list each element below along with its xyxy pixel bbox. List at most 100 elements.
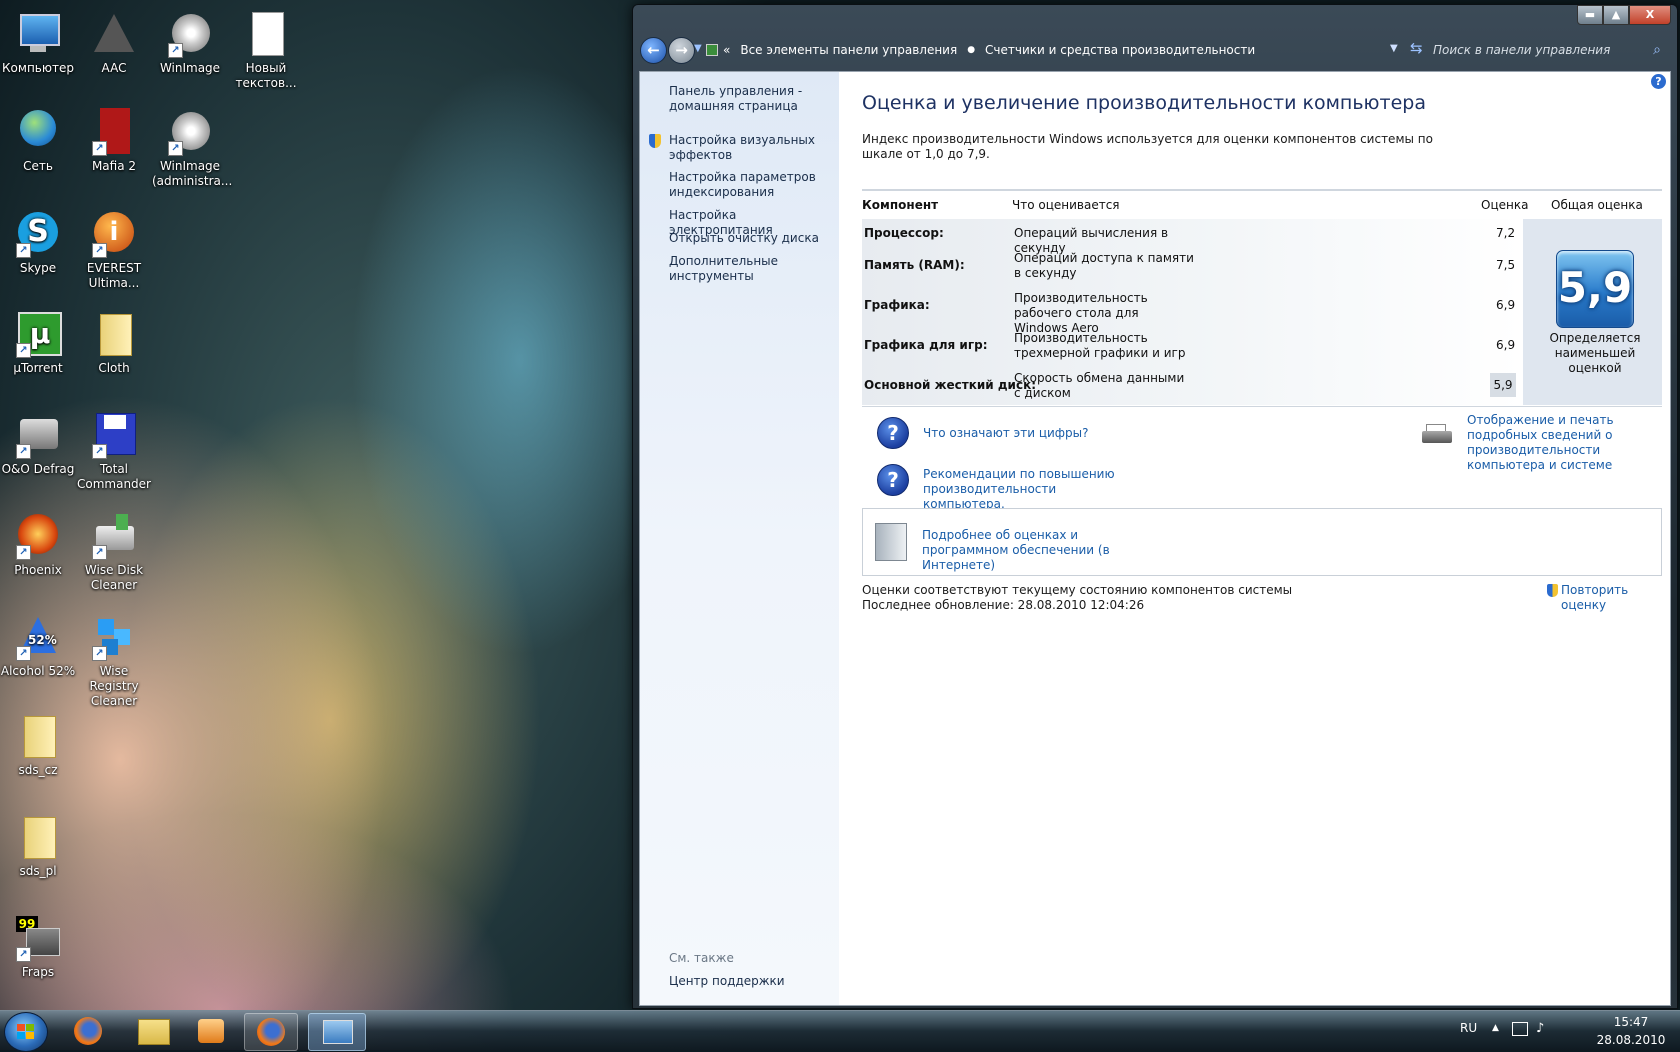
desktop-icon-utorrent[interactable]: µ ↗ µTorrent — [0, 310, 76, 376]
breadcrumb-item-all-items[interactable]: Все элементы панели управления — [740, 38, 957, 62]
desktop-icon-aac[interactable]: AAC — [76, 10, 152, 76]
desktop-icon-skype[interactable]: S ↗ Skype — [0, 210, 76, 276]
desktop-icon-wise-registry-cleaner[interactable]: ↗ Wise Registry Cleaner — [76, 613, 152, 709]
desktop-icon-label: Wise Disk Cleaner — [84, 563, 144, 592]
desktop-icon-new-text[interactable]: Новый текстов... — [228, 10, 304, 91]
sidebar-link-visual-effects[interactable]: Настройка визуальных эффектов — [669, 133, 829, 163]
sidebar-link-home[interactable]: Панель управления - домашняя страница — [669, 84, 829, 114]
desktop-icon-label: Mafia 2 — [91, 159, 137, 173]
back-arrow-icon: ← — [647, 41, 660, 59]
control-panel-window[interactable]: ▬ ▲ X ← → ▼ « Все элементы панели управл… — [632, 4, 1678, 1009]
link-online-info[interactable]: Подробнее об оценках и программном обесп… — [922, 528, 1152, 573]
taskbar-firefox-active[interactable] — [244, 1013, 298, 1051]
desktop-icon-alcohol[interactable]: 52% ↗ Alcohol 52% — [0, 613, 76, 679]
maximize-button[interactable]: ▲ — [1603, 5, 1629, 25]
desktop-icon-label: Cloth — [98, 361, 130, 375]
show-hidden-icons-icon[interactable]: ▲ — [1492, 1023, 1499, 1033]
see-also-heading: См. также — [669, 951, 734, 965]
column-header-component: Компонент — [862, 198, 939, 212]
row-score: 6,9 — [1496, 338, 1516, 352]
search-placeholder: Поиск в панели управления — [1433, 43, 1611, 57]
clock-date[interactable]: 28.08.2010 — [1596, 1033, 1666, 1047]
desktop-icon-total-commander[interactable]: ↗ Total Commander — [76, 411, 152, 492]
row-score: 6,9 — [1496, 298, 1516, 312]
desktop-icon-cloth[interactable]: Cloth — [76, 310, 152, 376]
sidebar-link-action-center[interactable]: Центр поддержки — [669, 974, 829, 989]
system-tray: RU ▲ ♪ 15:47 28.08.2010 — [1450, 1011, 1680, 1051]
sidebar-link-advanced-tools[interactable]: Дополнительные инструменты — [669, 254, 829, 284]
desktop-icon-winimage[interactable]: ↗ WinImage — [152, 10, 228, 76]
aac-app-icon — [90, 10, 138, 58]
desktop-icon-everest[interactable]: i ↗ EVEREST Ultima... — [76, 210, 152, 291]
sidebar-link-indexing[interactable]: Настройка параметров индексирования — [669, 170, 829, 200]
refresh-icon[interactable]: ⇆ — [1410, 39, 1423, 57]
defrag-icon: ↗ — [14, 411, 62, 459]
desktop-icon-label: Новый текстов... — [235, 61, 297, 90]
desktop-icon-fraps[interactable]: 99 ↗ Fraps — [0, 914, 76, 980]
desktop-icon-winimage-admin[interactable]: ↗ WinImage (administra... — [152, 108, 233, 189]
desktop-icon-sds-cz[interactable]: sds_cz — [0, 712, 76, 778]
status-line-current: Оценки соответствуют текущему состоянию … — [862, 583, 1293, 597]
close-button[interactable]: X — [1629, 5, 1671, 25]
main-panel: Оценка и увеличение производительности к… — [862, 72, 1662, 1005]
windows-logo-segment — [26, 1024, 34, 1031]
address-dropdown-icon[interactable]: ▼ — [1390, 43, 1398, 54]
desktop-icon-wise-disk-cleaner[interactable]: ↗ Wise Disk Cleaner — [76, 512, 152, 593]
link-performance-tips[interactable]: Рекомендации по повышению производительн… — [923, 467, 1123, 512]
taskbar-media-player[interactable] — [184, 1013, 236, 1049]
desktop-icon-label: Wise Registry Cleaner — [89, 664, 139, 708]
software-info-icon — [875, 523, 907, 561]
folder-icon — [14, 813, 62, 861]
row-component-label: Память (RAM): — [864, 258, 965, 272]
search-icon[interactable]: ⌕ — [1653, 38, 1661, 62]
search-input[interactable]: Поиск в панели управления ⌕ — [1433, 38, 1665, 62]
link-print-details[interactable]: Отображение и печать подробных сведений … — [1467, 413, 1662, 473]
sidebar-link-disk-cleanup[interactable]: Открыть очистку диска — [669, 231, 829, 246]
desktop-icon-phoenix[interactable]: ↗ Phoenix — [0, 512, 76, 578]
forward-button[interactable]: → — [668, 37, 695, 64]
action-center-flag-icon[interactable] — [1512, 1022, 1528, 1036]
sidebar: Панель управления - домашняя страница На… — [640, 72, 839, 1005]
minimize-button[interactable]: ▬ — [1577, 5, 1603, 25]
taskbar-explorer[interactable] — [126, 1013, 178, 1049]
desktop-icon-label: WinImage (administra... — [152, 159, 233, 188]
clock-time[interactable]: 15:47 — [1596, 1015, 1666, 1029]
desktop-icon-mafia2[interactable]: ↗ Mafia 2 — [76, 108, 152, 174]
start-button[interactable] — [4, 1012, 48, 1052]
row-score-lowest: 5,9 — [1490, 373, 1516, 397]
forward-arrow-icon: → — [675, 41, 688, 59]
taskbar-control-panel-active[interactable] — [308, 1013, 366, 1051]
control-panel-icon — [323, 1020, 353, 1044]
column-header-rated: Что оценивается — [1012, 198, 1120, 212]
desktop-icon-label: O&O Defrag — [1, 462, 75, 476]
desktop-icon-computer[interactable]: Компьютер — [0, 10, 76, 76]
recent-pages-chevron-icon[interactable]: ▼ — [694, 43, 702, 54]
desktop-icon-sds-pl[interactable]: sds_pl — [0, 813, 76, 879]
back-button[interactable]: ← — [640, 37, 667, 64]
skype-icon: S ↗ — [14, 210, 62, 258]
rerun-assessment-link[interactable]: Повторить оценку — [1561, 583, 1662, 613]
desktop-icon-label: Fraps — [21, 965, 55, 979]
folder-icon — [14, 712, 62, 760]
desktop-icon-label: Skype — [19, 261, 57, 275]
desktop-icon-label: WinImage — [159, 61, 221, 75]
page-description: Индекс производительности Windows исполь… — [862, 132, 1433, 161]
desktop-icon-label: Сеть — [23, 159, 53, 173]
desktop-icon-oo-defrag[interactable]: ↗ O&O Defrag — [0, 411, 76, 477]
breadcrumb[interactable]: « Все элементы панели управления ● Счетч… — [717, 38, 1377, 62]
firefox-icon — [257, 1018, 285, 1046]
breadcrumb-overflow-icon[interactable]: « — [723, 38, 730, 62]
utorrent-icon: µ ↗ — [14, 310, 62, 358]
desktop-icon-network[interactable]: Сеть — [0, 108, 76, 174]
breadcrumb-item-performance[interactable]: Счетчики и средства производительности — [985, 38, 1255, 62]
text-document-icon — [242, 10, 290, 58]
row-score: 7,5 — [1496, 258, 1516, 272]
base-score-caption: Определяется наименьшей оценкой — [1549, 331, 1641, 375]
link-what-numbers-mean[interactable]: Что означают эти цифры? — [923, 426, 1089, 441]
help-icon[interactable]: ? — [1651, 74, 1666, 89]
volume-icon[interactable]: ♪ — [1536, 1021, 1544, 1036]
windows-logo-segment — [17, 1032, 25, 1039]
breadcrumb-separator-icon[interactable]: ● — [967, 38, 975, 62]
taskbar-firefox[interactable] — [62, 1013, 114, 1049]
language-indicator[interactable]: RU — [1460, 1021, 1477, 1035]
